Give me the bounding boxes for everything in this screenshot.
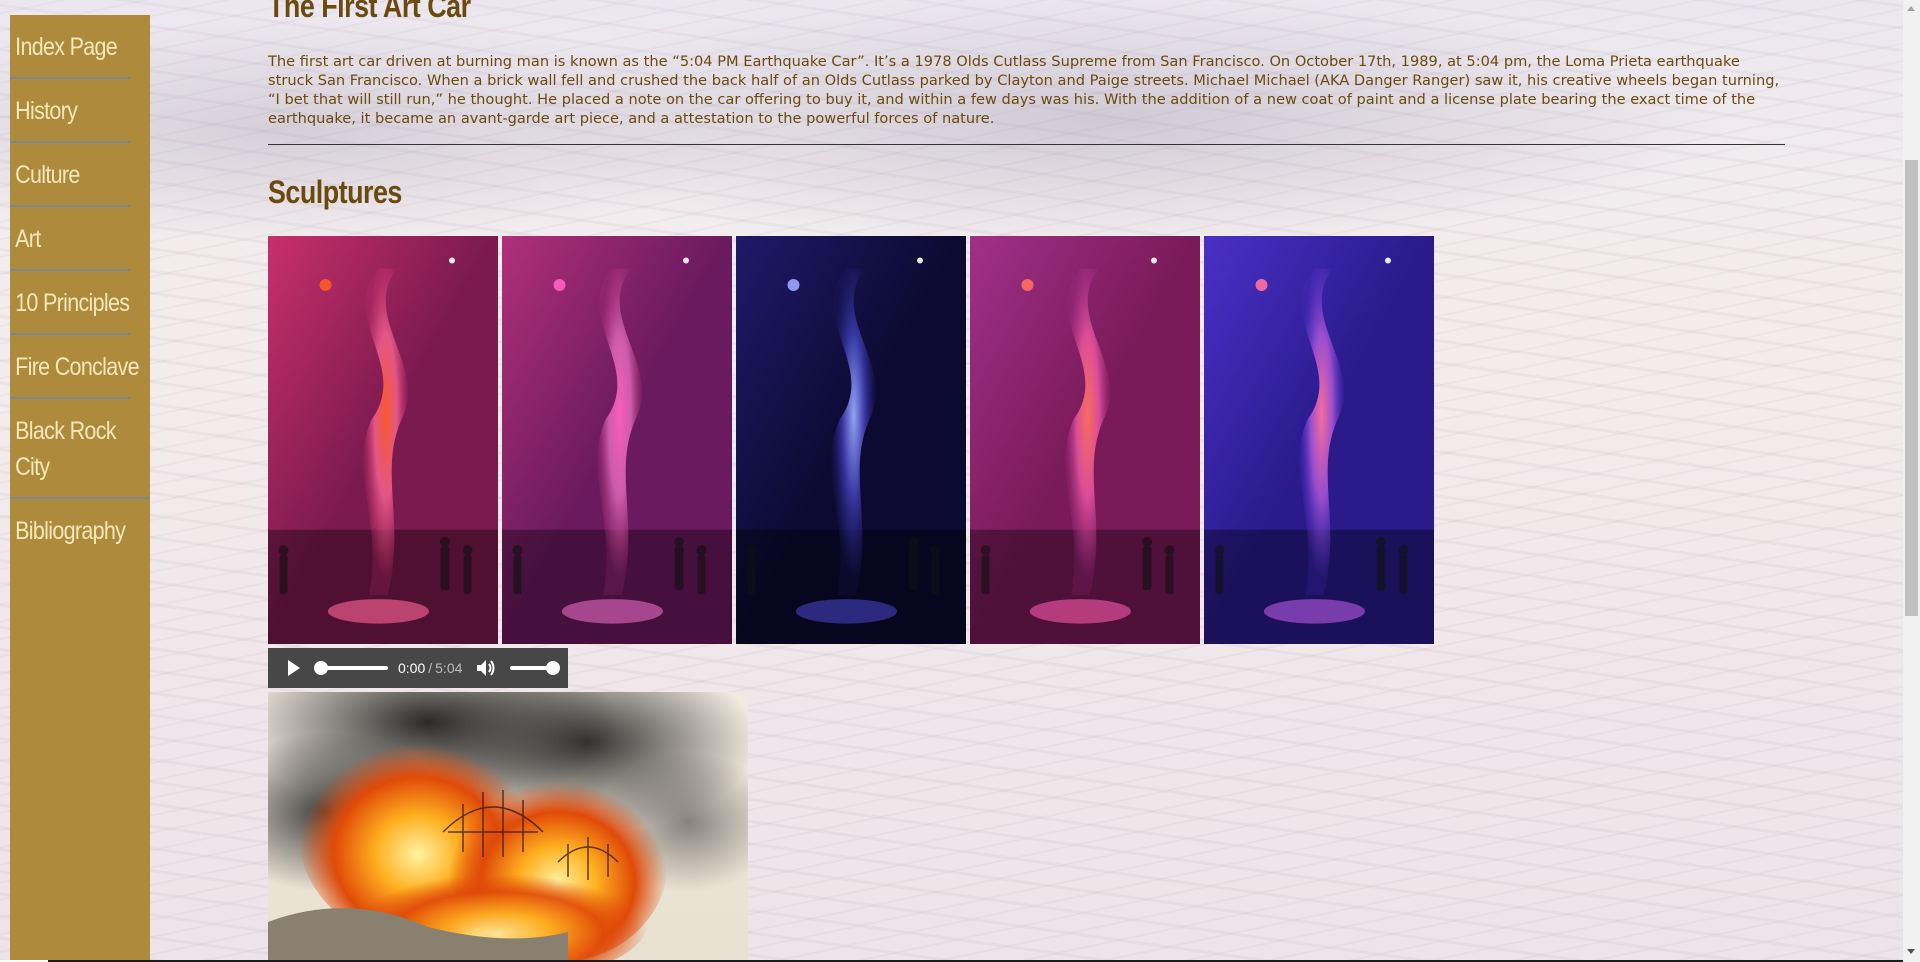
volume-icon[interactable]	[476, 659, 496, 677]
section-divider	[268, 144, 1785, 145]
sidebar-item-history[interactable]: History	[10, 79, 131, 143]
sidebar-item-art[interactable]: Art	[10, 207, 131, 271]
audio-current-time: 0:00	[398, 660, 426, 676]
sculpture-photo	[970, 236, 1200, 644]
sculpture-photo	[736, 236, 966, 644]
audio-duration: 5:04	[435, 660, 463, 676]
volume-slider[interactable]	[510, 661, 561, 675]
scroll-thumb[interactable]	[1905, 160, 1918, 616]
vertical-scrollbar[interactable]	[1903, 0, 1920, 962]
sculpture-photo	[1204, 236, 1434, 644]
scroll-down-arrow-icon[interactable]	[1907, 949, 1915, 954]
sidebar-item-index-page[interactable]: Index Page	[10, 15, 131, 79]
audio-seek-bar[interactable]	[314, 661, 388, 675]
sidebar-item-bibliography[interactable]: Bibliography	[10, 499, 130, 561]
sidebar-item-black-rock-city[interactable]: Black Rock City	[10, 399, 150, 499]
sculptures-heading: Sculptures	[268, 174, 402, 210]
sculpture-photo	[268, 236, 498, 644]
sidebar-item-fire-conclave[interactable]: Fire Conclave	[10, 335, 140, 399]
sidebar-item-culture[interactable]: Culture	[10, 143, 131, 207]
first-art-car-heading: The First Art Car	[268, 0, 471, 24]
burning-structure-photo	[268, 692, 748, 962]
sculpture-gallery	[268, 236, 1434, 644]
audio-player: 0:00 / 5:04	[268, 648, 568, 688]
sidebar-item-10-principles[interactable]: 10 Principles	[10, 271, 131, 335]
volume-handle[interactable]	[546, 661, 561, 675]
sidebar-nav: Index Page History Culture Art 10 Princi…	[10, 15, 150, 962]
seek-handle[interactable]	[314, 661, 328, 675]
play-icon[interactable]	[288, 660, 300, 676]
audio-time-separator: /	[428, 660, 433, 676]
sculpture-photo	[502, 236, 732, 644]
scroll-up-arrow-icon[interactable]	[1907, 6, 1915, 11]
first-art-car-paragraph: The first art car driven at burning man …	[268, 53, 1780, 127]
